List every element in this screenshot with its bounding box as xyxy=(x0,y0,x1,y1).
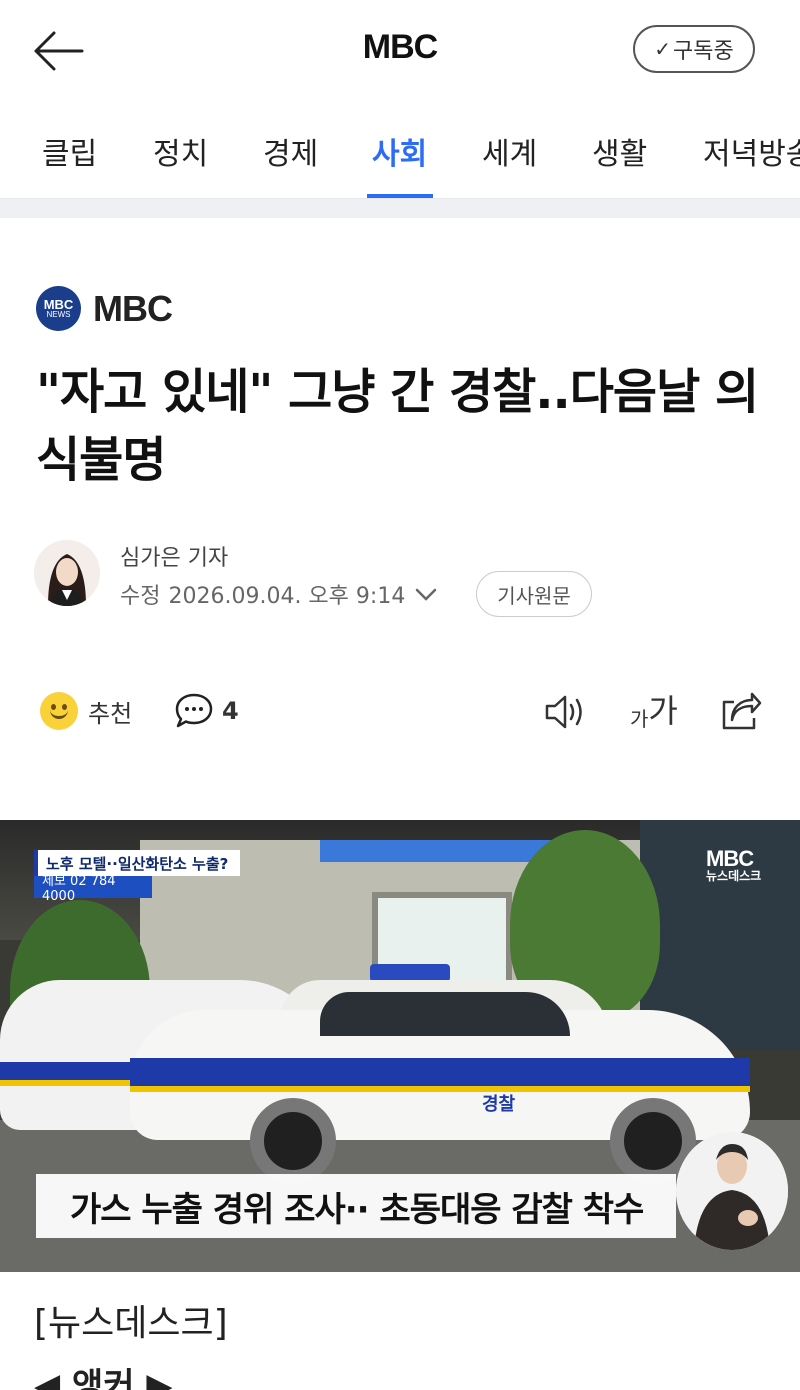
modified-label: 수정 xyxy=(120,584,161,609)
recommend-button[interactable]: 추천 xyxy=(40,692,132,730)
listen-button[interactable] xyxy=(542,688,590,736)
modified-time: 2026.09.04. 오후 9:14 xyxy=(168,584,406,609)
category-tabs: 클립 정치 경제 사회 세계 생활 저녁방송 xyxy=(0,105,800,199)
chevron-down-icon[interactable] xyxy=(413,584,439,604)
tab-clip[interactable]: 클립 xyxy=(42,129,97,173)
video-scene-police-car: 경찰 xyxy=(130,964,750,1184)
recommend-label: 추천 xyxy=(88,699,133,728)
video-brand-b: 뉴스데스크 xyxy=(706,869,762,883)
comment-icon xyxy=(175,693,213,728)
byline: 심가은 기자 수정 2026.09.04. 오후 9:14 기사원문 xyxy=(34,540,774,620)
action-bar: 추천 4 가 가 xyxy=(0,680,800,742)
tab-politics[interactable]: 정치 xyxy=(153,129,208,173)
tab-economy[interactable]: 경제 xyxy=(263,129,318,173)
video-player[interactable]: 경찰 노후 모텔··일산화탄소 누출? 제보 02 784 4000 MBC 뉴… xyxy=(0,820,800,1272)
police-car-label: 경찰 xyxy=(482,1094,516,1115)
reporter-photo-icon xyxy=(34,540,100,606)
video-brand-a: MBC xyxy=(706,846,754,871)
top-bar: MBC ✓ 구독중 xyxy=(0,0,800,105)
tab-life[interactable]: 생활 xyxy=(592,129,647,173)
comment-count: 4 xyxy=(222,697,239,725)
active-tab-indicator xyxy=(367,194,433,198)
subscribe-button[interactable]: ✓ 구독중 xyxy=(633,25,755,73)
share-button[interactable] xyxy=(716,688,764,736)
subscribe-label: 구독중 xyxy=(673,39,734,64)
press-link[interactable]: MBC NEWS MBC xyxy=(36,286,173,331)
divider xyxy=(0,199,800,218)
press-logo: MBC NEWS xyxy=(36,286,81,331)
sign-language-interpreter xyxy=(676,1132,788,1250)
article-body-program: [뉴스데스크] xyxy=(34,1303,228,1344)
speaker-icon xyxy=(545,695,582,729)
interpreter-icon xyxy=(676,1132,788,1250)
font-small-glyph: 가 xyxy=(630,707,649,731)
comment-button[interactable]: 4 xyxy=(174,692,239,730)
font-size-button[interactable]: 가 가 xyxy=(630,692,678,732)
share-icon xyxy=(722,692,762,730)
reporter-name[interactable]: 심가은 기자 xyxy=(120,540,228,572)
article-headline: "자고 있네" 그냥 간 경찰..다음날 의식불명 xyxy=(36,364,759,488)
article-meta: 수정 2026.09.04. 오후 9:14 xyxy=(120,578,439,610)
video-report-number: 제보 02 784 4000 xyxy=(34,874,152,904)
original-article-button[interactable]: 기사원문 xyxy=(476,571,592,617)
video-caption: 가스 누출 경위 조사·· 초동대응 감찰 착수 xyxy=(36,1174,676,1238)
video-brand-logo: MBC 뉴스데스크 xyxy=(706,846,762,883)
article-body-anchor: ◀ 앵커 ▶ xyxy=(34,1366,173,1390)
check-icon: ✓ xyxy=(654,37,672,61)
tab-evening-broadcast[interactable]: 저녁방송 xyxy=(703,129,800,173)
tab-society[interactable]: 사회 xyxy=(372,129,427,173)
smile-icon xyxy=(40,692,78,730)
press-logo-line2: NEWS xyxy=(46,310,71,319)
press-name: MBC xyxy=(93,287,173,329)
reporter-avatar[interactable] xyxy=(34,540,100,606)
tab-world[interactable]: 세계 xyxy=(482,129,537,173)
font-large-glyph: 가 xyxy=(648,692,678,730)
